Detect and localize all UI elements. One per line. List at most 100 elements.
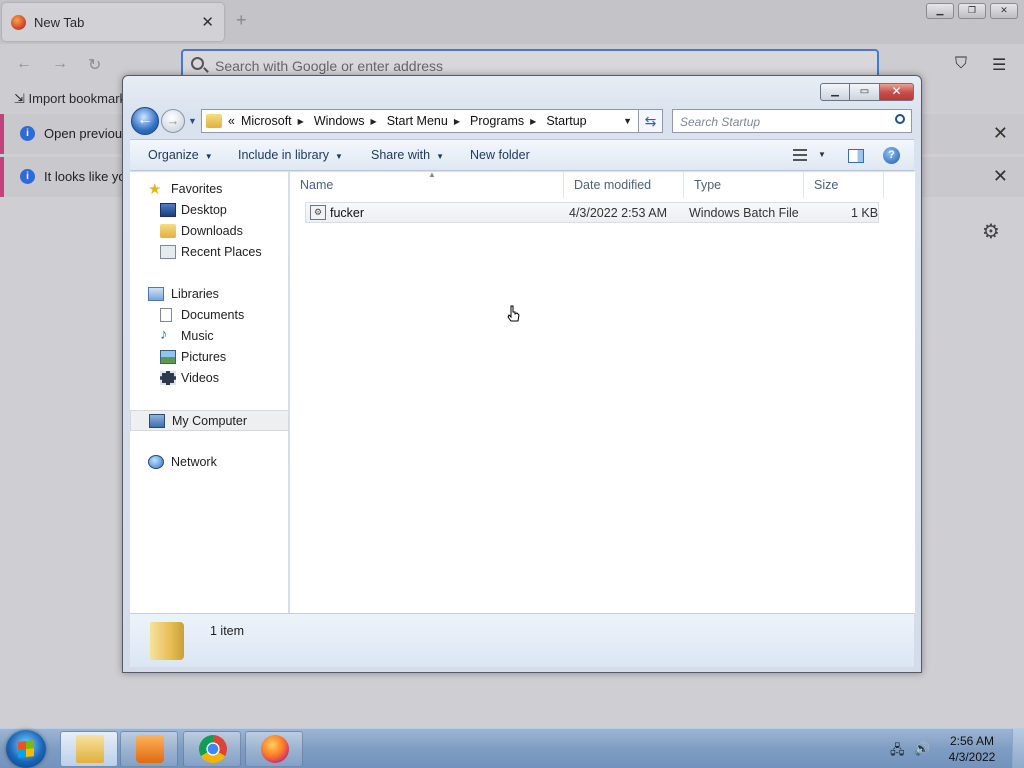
column-header-date-modified[interactable]: Date modified — [564, 172, 684, 198]
sort-ascending-icon: ▲ — [428, 170, 436, 179]
maximize-button[interactable]: ▭ — [850, 83, 880, 101]
firefox-icon — [11, 15, 26, 30]
preview-pane-icon[interactable] — [848, 149, 864, 163]
file-size: 1 KB — [851, 206, 879, 220]
libraries-icon — [148, 287, 164, 301]
nav-item-videos[interactable]: Videos — [130, 368, 289, 389]
network-globe-icon — [148, 455, 164, 469]
nav-item-downloads[interactable]: Downloads — [130, 221, 289, 242]
taskbar-media-player[interactable] — [120, 731, 178, 767]
tab-strip: New Tab ✕ + ▁ ❐ ✕ — [0, 0, 1024, 44]
tab-new-tab[interactable]: New Tab ✕ — [2, 3, 224, 41]
file-row[interactable]: ⚙ fucker 4/3/2022 2:53 AM Windows Batch … — [305, 202, 879, 223]
new-tab-button[interactable]: + — [236, 10, 247, 31]
info-bar-text: It looks like you — [44, 169, 133, 184]
nav-item-pictures[interactable]: Pictures — [130, 347, 289, 368]
breadcrumb-item[interactable]: Programs — [470, 114, 524, 128]
search-icon[interactable] — [895, 114, 905, 124]
taskbar-chrome[interactable] — [183, 731, 241, 767]
new-folder-button[interactable]: New folder — [470, 148, 530, 162]
taskbar-firefox[interactable] — [245, 731, 303, 767]
close-icon[interactable]: ✕ — [993, 166, 1008, 187]
taskbar-explorer[interactable] — [60, 731, 118, 767]
refresh-button[interactable]: ⇆ — [639, 109, 663, 133]
tab-close-icon[interactable]: ✕ — [201, 13, 214, 31]
column-header-size[interactable]: Size — [804, 172, 884, 198]
nav-item-favorites[interactable]: ★ Favorites — [130, 179, 289, 200]
column-header-type[interactable]: Type — [684, 172, 804, 198]
firefox-icon — [261, 735, 289, 763]
file-date-modified: 4/3/2022 2:53 AM — [569, 206, 667, 220]
start-button[interactable] — [6, 730, 46, 768]
column-header-name[interactable]: ▲ Name — [290, 170, 564, 198]
import-bookmarks-link[interactable]: ⇲ Import bookmark — [14, 91, 126, 107]
info-icon: i — [20, 169, 35, 184]
recent-places-icon — [160, 245, 176, 259]
nav-item-my-computer[interactable]: My Computer — [130, 410, 289, 431]
organize-button[interactable]: Organize ▼ — [148, 148, 213, 162]
breadcrumb-separator-icon[interactable]: ▶ — [530, 117, 536, 128]
gear-icon[interactable]: ⚙ — [982, 219, 1000, 244]
nav-item-network[interactable]: Network — [130, 452, 289, 473]
minimize-button[interactable]: ▁ — [820, 83, 850, 101]
address-bar[interactable]: « Microsoft ▶ Windows ▶ Start Menu ▶ Progra… — [201, 109, 639, 133]
help-icon[interactable]: ? — [883, 147, 900, 164]
browser-restore-button[interactable]: ❐ — [958, 3, 986, 19]
command-bar: Organize ▼ Include in library ▼ Share with… — [130, 139, 914, 171]
search-box[interactable]: Search Startup — [672, 109, 912, 133]
nav-item-documents[interactable]: Documents — [130, 305, 289, 326]
window-caption-buttons: ▁ ▭ ✕ — [820, 83, 914, 101]
downloads-folder-icon — [160, 224, 176, 238]
forward-button[interactable]: → — [161, 109, 185, 133]
volume-icon[interactable]: 🔊 — [914, 741, 930, 757]
show-desktop-button[interactable] — [1012, 729, 1024, 768]
documents-icon — [160, 308, 172, 322]
breadcrumb-item[interactable]: Startup — [546, 114, 586, 128]
search-icon — [191, 57, 204, 70]
url-placeholder: Search with Google or enter address — [215, 58, 444, 74]
nav-item-recent-places[interactable]: Recent Places — [130, 242, 289, 263]
back-arrow-icon[interactable]: ← — [16, 55, 32, 73]
nav-item-libraries[interactable]: Libraries — [130, 284, 289, 305]
pictures-icon — [160, 350, 176, 364]
change-view-icon[interactable] — [793, 149, 807, 161]
back-button[interactable]: ← — [131, 107, 159, 135]
close-button[interactable]: ✕ — [880, 83, 914, 101]
reload-icon[interactable]: ↻ — [88, 55, 101, 75]
address-dropdown-icon[interactable]: ▼ — [623, 116, 632, 126]
share-with-button[interactable]: Share with ▼ — [371, 148, 444, 162]
explorer-folder-icon — [76, 735, 104, 763]
nav-item-music[interactable]: ♪ Music — [130, 326, 289, 347]
item-count: 1 item — [210, 624, 245, 638]
breadcrumb-item[interactable]: Start Menu — [387, 114, 448, 128]
star-icon: ★ — [148, 181, 162, 198]
pocket-icon[interactable]: ⛉ — [955, 55, 967, 73]
network-tray-icon[interactable]: 🖧 — [890, 741, 905, 763]
close-icon[interactable]: ✕ — [993, 123, 1008, 144]
menu-icon[interactable]: ☰ — [992, 55, 1006, 75]
include-in-library-button[interactable]: Include in library ▼ — [238, 148, 343, 162]
chrome-icon — [199, 735, 227, 763]
forward-arrow-icon[interactable]: → — [52, 55, 68, 73]
breadcrumb-item[interactable]: Microsoft — [241, 114, 292, 128]
nav-item-desktop[interactable]: Desktop — [130, 200, 289, 221]
film-strip-icon — [160, 371, 176, 385]
tab-title: New Tab — [34, 15, 85, 30]
file-name[interactable]: fucker — [330, 206, 364, 220]
breadcrumb-separator-icon[interactable]: ▶ — [454, 117, 460, 128]
windows-logo-icon — [18, 740, 34, 758]
breadcrumb-overflow[interactable]: « — [228, 114, 235, 128]
browser-close-button[interactable]: ✕ — [990, 3, 1018, 19]
browser-minimize-button[interactable]: ▁ — [926, 3, 954, 19]
computer-icon — [149, 414, 165, 428]
breadcrumb: « Microsoft ▶ Windows ▶ Start Menu ▶ Progra… — [228, 114, 593, 128]
recent-pages-dropdown[interactable]: ▼ — [188, 116, 197, 126]
breadcrumb-separator-icon[interactable]: ▶ — [298, 117, 304, 128]
file-list: ▲ Name Date modified Type Size ⚙ fucker … — [290, 170, 915, 613]
search-placeholder: Search Startup — [680, 115, 761, 129]
breadcrumb-separator-icon[interactable]: ▶ — [371, 117, 377, 128]
breadcrumb-item[interactable]: Windows — [314, 114, 365, 128]
view-options-dropdown[interactable]: ▼ — [818, 150, 826, 159]
clock[interactable]: 2:56 AM 4/3/2022 — [936, 733, 1008, 765]
info-icon: i — [20, 126, 35, 141]
